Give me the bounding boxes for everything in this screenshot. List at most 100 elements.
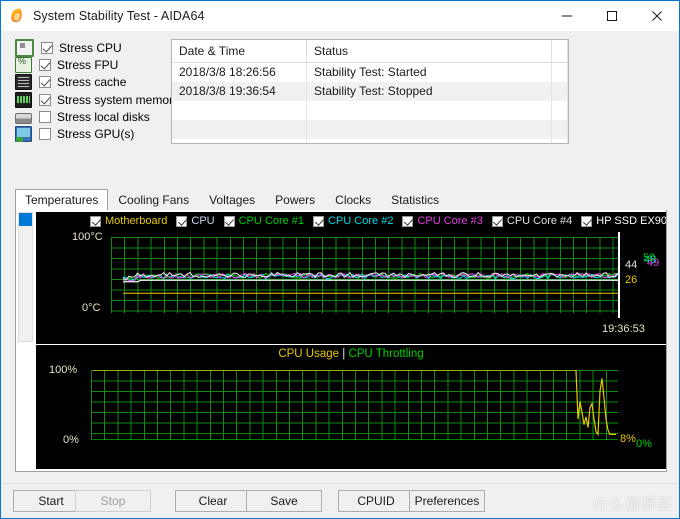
temperatures-tab-page: Motherboard CPU CPU Core #1 CPU Core #2 [15,210,667,472]
tab-clocks[interactable]: Clocks [325,189,382,210]
sensor-label-motherboard: Motherboard [105,215,168,227]
stress-memory-label: Stress system memory [57,92,180,107]
tab-temperatures[interactable]: Temperatures [15,189,109,211]
motherboard-checkbox[interactable] [90,215,101,227]
cpu-title-separator: | [342,348,346,360]
log-column-filler [552,40,568,62]
window-title: System Stability Test - AIDA64 [33,9,205,23]
cpu-axis-max-label: 100% [49,364,78,376]
stress-option-fpu[interactable]: Stress FPU [15,56,163,74]
table-row-empty [172,101,568,120]
tab-voltages[interactable]: Voltages [199,189,266,210]
stress-cache-checkbox[interactable] [39,76,51,89]
close-icon[interactable] [634,1,679,31]
stress-local-disks-checkbox[interactable] [39,110,51,123]
log-cell-datetime: 2018/3/8 19:36:54 [172,82,307,101]
temp-axis-max-label: 100°C [72,231,103,243]
clear-button[interactable]: Clear [175,490,251,512]
stress-options-list: Stress CPU Stress FPU Stress cache Stres… [15,39,179,144]
cpu-throttling-title: CPU Throttling [348,348,424,360]
temp-value-core1: 50 [643,252,656,264]
sensor-label-hp-ssd: HP SSD EX900 250GB [596,215,666,227]
log-cell-filler [552,63,568,82]
table-row[interactable]: 2018/3/8 19:36:54 Stability Test: Stoppe… [172,82,568,101]
log-column-datetime[interactable]: Date & Time [172,40,307,62]
stress-gpu-label: Stress GPU(s) [57,126,135,141]
sensor-toggle-cpu-core-2[interactable]: CPU Core #2 [313,215,393,227]
sensor-label-cpu-core-4: CPU Core #4 [506,215,573,227]
button-bar: Start Stop Clear Save CPUID Preferences … [1,483,679,518]
stress-memory-checkbox[interactable] [39,93,51,106]
hp-ssd-checkbox[interactable] [581,215,593,227]
sensor-label-cpu-core-2: CPU Core #2 [328,215,394,227]
stress-option-gpu[interactable]: Stress GPU(s) [15,125,163,142]
top-section: Stress CPU Stress FPU Stress cache Stres… [1,39,679,144]
cpu-chart-title: CPU Usage | CPU Throttling [36,348,666,360]
temperatures-traces [122,271,618,294]
cache-icon [15,74,32,91]
log-column-status[interactable]: Status [307,40,552,62]
watermark: 什么值得买 [592,495,673,513]
temperatures-plot-area [111,237,618,313]
sensor-toggle-hp-ssd[interactable]: HP SSD EX900 250GB [581,215,666,227]
client-area: Stress CPU Stress FPU Stress cache Stres… [1,31,679,518]
stress-local-disks-label: Stress local disks [57,109,150,124]
flame-icon [9,8,25,24]
preferences-button[interactable]: Preferences [409,490,485,512]
sensor-toggle-motherboard[interactable]: Motherboard [90,215,167,227]
minimize-icon[interactable] [544,1,589,31]
stress-cache-label: Stress cache [57,75,127,90]
sensor-label-cpu: CPU [191,215,215,227]
save-button[interactable]: Save [246,490,322,512]
stress-cpu-label: Stress CPU [59,41,122,55]
cpu-usage-chart: CPU Usage | CPU Throttling 100% 0% 8% 0% [36,345,666,469]
cpu-core-2-checkbox[interactable] [313,215,325,227]
stress-gpu-checkbox[interactable] [39,127,51,140]
tab-statistics[interactable]: Statistics [381,189,450,210]
log-header-row: Date & Time Status [172,40,568,63]
stress-fpu-checkbox[interactable] [39,59,51,72]
stress-option-local-disks[interactable]: Stress local disks [15,109,163,125]
sensor-legend: Motherboard CPU CPU Core #1 CPU Core #2 [90,215,666,227]
fpu-chip-icon [15,56,32,74]
maximize-icon[interactable] [589,1,634,31]
tab-bar: Temperatures Cooling Fans Voltages Power… [15,189,665,211]
cpu-axis-min-label: 0% [63,434,79,446]
sensor-toggle-cpu-core-1[interactable]: CPU Core #1 [223,215,304,227]
cpu-checkbox[interactable] [176,215,188,227]
tab-powers[interactable]: Powers [265,189,326,210]
temp-value-motherboard: 26 [625,274,638,286]
cpu-core-1-checkbox[interactable] [223,215,235,227]
hard-disk-icon [15,112,32,124]
cpu-core-3-checkbox[interactable] [402,215,414,227]
table-row-empty [172,120,568,139]
cpu-usage-value: 8% [620,433,636,445]
stress-option-cpu[interactable]: Stress CPU [15,39,163,57]
table-row[interactable]: 2018/3/8 18:26:56 Stability Test: Starte… [172,63,568,82]
cpu-core-4-checkbox[interactable] [491,215,503,227]
sensor-toggle-cpu-core-3[interactable]: CPU Core #3 [402,215,483,227]
sensor-label-cpu-core-3: CPU Core #3 [417,215,483,227]
stop-button: Stop [75,490,151,512]
tab-cooling-fans[interactable]: Cooling Fans [108,189,200,210]
cpu-throttling-value: 0% [636,438,652,450]
log-cell-status: Stability Test: Stopped [307,82,552,101]
aida64-stability-test-window: System Stability Test - AIDA64 Stress CP… [0,0,680,519]
cpuid-button[interactable]: CPUID [338,490,414,512]
stress-option-memory[interactable]: Stress system memory [15,91,179,108]
sensor-toggle-cpu-core-4[interactable]: CPU Core #4 [491,215,573,227]
temp-axis-min-label: 0°C [82,302,101,314]
status-log-table: Date & Time Status 2018/3/8 18:26:56 Sta… [171,39,569,144]
sensor-toggle-cpu[interactable]: CPU [176,215,215,227]
stress-option-cache[interactable]: Stress cache [15,74,163,91]
charts-vertical-scrollbar[interactable] [18,212,33,342]
log-cell-filler [552,82,568,101]
temp-time-label: 19:36:53 [602,323,645,335]
window-controls [544,1,679,31]
temp-value-cpu: 44 [625,259,638,271]
log-cell-datetime: 2018/3/8 18:26:56 [172,63,307,82]
temperatures-chart: Motherboard CPU CPU Core #1 CPU Core #2 [36,212,666,344]
stress-cpu-checkbox[interactable] [41,42,53,54]
cpu-usage-traces [93,370,618,440]
scrollbar-thumb[interactable] [19,213,32,226]
